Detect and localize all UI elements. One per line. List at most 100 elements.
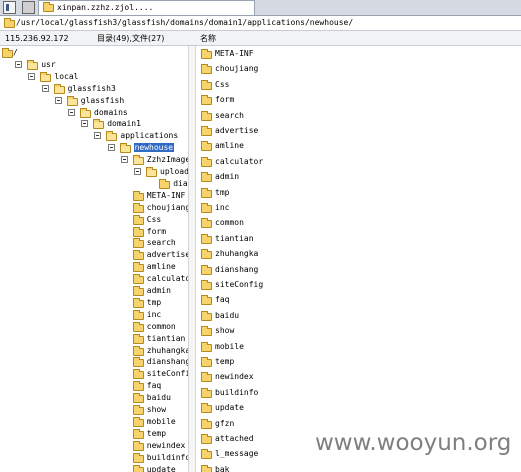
- list-item-label: inc: [215, 203, 230, 212]
- folder-icon: [201, 233, 212, 244]
- list-item[interactable]: META-INF: [196, 47, 521, 62]
- folder-icon: [132, 428, 144, 439]
- tree-node[interactable]: applications: [0, 130, 188, 142]
- tree-node[interactable]: newhouse: [0, 142, 188, 154]
- list-item[interactable]: dianshang: [196, 263, 521, 278]
- list-item[interactable]: newindex: [196, 370, 521, 385]
- list-item[interactable]: common: [196, 216, 521, 231]
- list-item[interactable]: choujiang: [196, 62, 521, 77]
- tree-node[interactable]: faq: [0, 380, 188, 392]
- folder-icon: [132, 357, 144, 368]
- folder-icon: [66, 95, 78, 106]
- tree-node[interactable]: mobile: [0, 416, 188, 428]
- folder-icon: [132, 297, 144, 308]
- tree-node[interactable]: admin: [0, 285, 188, 297]
- tree-node[interactable]: Css: [0, 214, 188, 226]
- collapse-icon[interactable]: [107, 144, 115, 152]
- tab-active[interactable]: xinpan.zzhz.zjol....: [38, 0, 255, 15]
- new-tab-icon[interactable]: [22, 1, 35, 14]
- list-item[interactable]: siteConfig: [196, 278, 521, 293]
- list-item-label: siteConfig: [215, 280, 264, 289]
- folder-icon: [201, 156, 212, 167]
- list-item[interactable]: update: [196, 401, 521, 416]
- folder-icon: [201, 110, 212, 121]
- tree-node[interactable]: tmp: [0, 297, 188, 309]
- tree-node[interactable]: glassfish: [0, 95, 188, 107]
- tree-node[interactable]: glassfish3: [0, 83, 188, 95]
- tree-node[interactable]: tiantian: [0, 333, 188, 345]
- list-item[interactable]: advertise: [196, 124, 521, 139]
- list-item-label: amline: [215, 141, 244, 151]
- tree-node[interactable]: local: [0, 71, 188, 83]
- panel-toggle-icon[interactable]: [3, 1, 16, 14]
- panel-splitter[interactable]: [188, 46, 196, 472]
- list-item[interactable]: admin: [196, 170, 521, 185]
- tree-node[interactable]: update: [0, 464, 188, 472]
- tree-node[interactable]: META-INF: [0, 190, 188, 202]
- tree-node[interactable]: calculator: [0, 273, 188, 285]
- tree-node[interactable]: temp: [0, 428, 188, 440]
- list-item-label: advertise: [215, 126, 259, 135]
- folder-icon: [201, 187, 212, 198]
- tree-node[interactable]: ZzhzImages: [0, 154, 188, 166]
- collapse-icon[interactable]: [54, 96, 62, 104]
- list-item[interactable]: form: [196, 93, 521, 108]
- tree-node[interactable]: zhuhangka: [0, 345, 188, 357]
- collapse-icon[interactable]: [134, 168, 141, 175]
- tree-node[interactable]: domain1: [0, 118, 188, 130]
- tree-node[interactable]: amline: [0, 261, 188, 273]
- list-item[interactable]: zhuhangka: [196, 247, 521, 262]
- collapse-icon[interactable]: [15, 60, 23, 68]
- folder-icon: [201, 95, 212, 106]
- tree-node[interactable]: buildinfo: [0, 452, 188, 464]
- list-item[interactable]: Css: [196, 78, 521, 93]
- tree-node[interactable]: common: [0, 321, 188, 333]
- list-item[interactable]: show: [196, 324, 521, 339]
- list-item[interactable]: calculator: [196, 155, 521, 170]
- tree-node[interactable]: usr: [0, 59, 188, 71]
- collapse-icon[interactable]: [120, 156, 128, 164]
- tree-node-label: inc: [146, 309, 162, 319]
- tree-node[interactable]: inc: [0, 309, 188, 321]
- collapse-icon[interactable]: [41, 84, 49, 92]
- list-item[interactable]: search: [196, 109, 521, 124]
- list-item[interactable]: temp: [196, 355, 521, 370]
- tree-node[interactable]: choujiang: [0, 202, 188, 214]
- list-item[interactable]: bak: [196, 463, 521, 472]
- folder-icon: [132, 393, 144, 404]
- folder-icon: [201, 341, 212, 352]
- tree-node[interactable]: newindex: [0, 440, 188, 452]
- collapse-icon[interactable]: [68, 108, 75, 116]
- tree-node[interactable]: siteConfig: [0, 368, 188, 380]
- tree-node[interactable]: show: [0, 404, 188, 416]
- collapse-icon[interactable]: [94, 132, 102, 140]
- folder-icon: [201, 310, 212, 321]
- collapse-icon[interactable]: [28, 72, 36, 80]
- column-header-name[interactable]: 名称: [200, 33, 216, 44]
- path-bar[interactable]: /usr/local/glassfish3/glassfish/domains/…: [0, 16, 521, 31]
- tree-node[interactable]: upload: [0, 166, 188, 178]
- collapse-icon[interactable]: [81, 120, 89, 128]
- folder-icon: [201, 387, 212, 398]
- tree-node-label: local: [54, 71, 79, 81]
- tree-node[interactable]: /: [0, 47, 188, 59]
- list-item[interactable]: mobile: [196, 340, 521, 355]
- tree-node[interactable]: search: [0, 237, 188, 249]
- file-list[interactable]: META-INF choujiang Css form search advertise a…: [196, 46, 521, 472]
- directory-tree[interactable]: / usr local glassfish3 glassfish domains domai…: [0, 46, 188, 472]
- tree-node[interactable]: dianshang: [0, 178, 188, 190]
- tree-node[interactable]: dianshang: [0, 356, 188, 368]
- list-item[interactable]: buildinfo: [196, 386, 521, 401]
- tree-node[interactable]: baidu: [0, 392, 188, 404]
- tree-node-label: faq: [146, 381, 162, 391]
- tree-node[interactable]: advertise: [0, 249, 188, 261]
- tree-node[interactable]: domains: [0, 107, 188, 119]
- tree-node-label: applications: [120, 131, 179, 141]
- list-item[interactable]: inc: [196, 201, 521, 216]
- tree-node[interactable]: form: [0, 226, 188, 238]
- list-item[interactable]: amline: [196, 139, 521, 154]
- list-item[interactable]: faq: [196, 293, 521, 308]
- list-item[interactable]: tiantian: [196, 232, 521, 247]
- list-item[interactable]: baidu: [196, 309, 521, 324]
- list-item[interactable]: tmp: [196, 186, 521, 201]
